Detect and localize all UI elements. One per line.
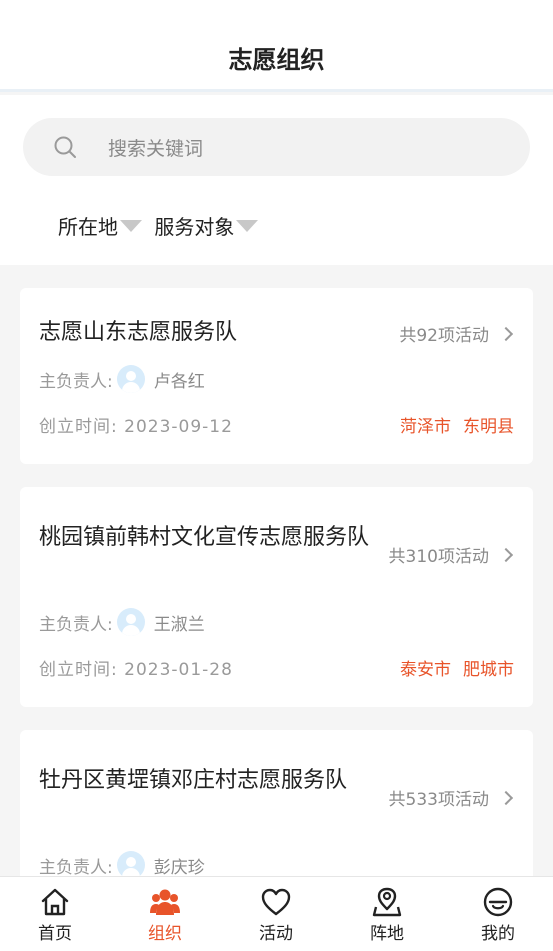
avatar — [116, 608, 145, 636]
chevron-right-icon — [498, 326, 514, 341]
founded-date: 创立时间: 2023-01-28 — [39, 655, 233, 680]
caret-down-icon — [120, 219, 142, 232]
leader-name: 彭庆珍 — [153, 857, 205, 878]
date-label: 创立时间: — [39, 660, 118, 680]
search-section: 搜索关键词 所在地 服务对象 — [0, 95, 553, 265]
county: 东明县 — [463, 417, 514, 437]
city: 泰安市 — [400, 660, 451, 680]
tab-home[interactable]: 首页 — [0, 877, 110, 951]
tab-home-label: 首页 — [38, 924, 72, 944]
search-input[interactable]: 搜索关键词 — [23, 118, 530, 176]
leader-label: 主负责人: — [39, 371, 113, 392]
founded-date: 创立时间: 2023-09-12 — [39, 412, 233, 437]
organization-card[interactable]: 志愿山东志愿服务队 共92项活动 主负责人: 卢各红 创立时间: 2023-09… — [20, 288, 533, 464]
leader-row: 主负责人: 王淑兰 — [39, 608, 205, 636]
activity-count[interactable]: 共533项活动 — [388, 785, 514, 810]
location: 泰安市 肥城市 — [400, 655, 514, 680]
page-title: 志愿组织 — [228, 46, 325, 74]
tab-organization-label: 组织 — [148, 924, 182, 944]
chevron-right-icon — [498, 547, 514, 562]
group-icon — [150, 889, 180, 915]
activity-count-text: 共310项活动 — [388, 547, 489, 567]
caret-down-icon — [236, 219, 259, 232]
organization-name: 牡丹区黄堽镇邓庄村志愿服务队 — [39, 768, 348, 793]
search-placeholder: 搜索关键词 — [108, 138, 204, 160]
activity-count-text: 共533项活动 — [388, 790, 489, 810]
tab-mine-label: 我的 — [481, 924, 515, 944]
location: 菏泽市 东明县 — [400, 412, 514, 437]
bottom-tab-bar: 首页 组织 活动 阵地 我的 — [0, 876, 553, 951]
filter-location-label: 所在地 — [58, 215, 118, 239]
tab-organization[interactable]: 组织 — [110, 877, 220, 951]
organization-name: 志愿山东志愿服务队 — [39, 320, 238, 345]
search-icon — [54, 136, 76, 158]
profile-icon — [483, 887, 513, 917]
organization-card[interactable]: 桃园镇前韩村文化宣传志愿服务队 共310项活动 主负责人: 王淑兰 创立时间: … — [20, 487, 533, 707]
heart-icon — [261, 888, 291, 916]
activity-count[interactable]: 共92项活动 — [399, 321, 514, 346]
filter-service-target[interactable]: 服务对象 — [154, 211, 259, 240]
tab-position-label: 阵地 — [370, 924, 404, 944]
leader-row: 主负责人: 彭庆珍 — [39, 851, 205, 879]
activity-count[interactable]: 共310项活动 — [388, 542, 514, 567]
date-value: 2023-09-12 — [124, 417, 233, 437]
map-pin-icon — [372, 887, 402, 917]
top-header: 志愿组织 — [0, 0, 553, 92]
city: 菏泽市 — [400, 417, 451, 437]
tab-activity-label: 活动 — [259, 924, 293, 944]
filter-service-target-label: 服务对象 — [154, 215, 235, 239]
organization-name: 桃园镇前韩村文化宣传志愿服务队 — [39, 525, 370, 550]
tab-activity[interactable]: 活动 — [221, 877, 331, 951]
leader-name: 卢各红 — [153, 371, 205, 392]
home-icon — [41, 888, 69, 916]
tab-mine[interactable]: 我的 — [443, 877, 553, 951]
leader-label: 主负责人: — [39, 857, 113, 878]
chevron-right-icon — [498, 790, 514, 805]
leader-label: 主负责人: — [39, 614, 113, 635]
activity-count-text: 共92项活动 — [399, 326, 489, 346]
tab-position[interactable]: 阵地 — [332, 877, 442, 951]
date-value: 2023-01-28 — [124, 660, 233, 680]
filter-location[interactable]: 所在地 — [58, 211, 142, 240]
leader-row: 主负责人: 卢各红 — [39, 365, 205, 393]
leader-name: 王淑兰 — [153, 614, 205, 635]
county: 肥城市 — [463, 660, 514, 680]
avatar — [116, 365, 145, 393]
date-label: 创立时间: — [39, 417, 118, 437]
filter-bar: 所在地 服务对象 — [58, 211, 264, 240]
avatar — [116, 851, 145, 879]
